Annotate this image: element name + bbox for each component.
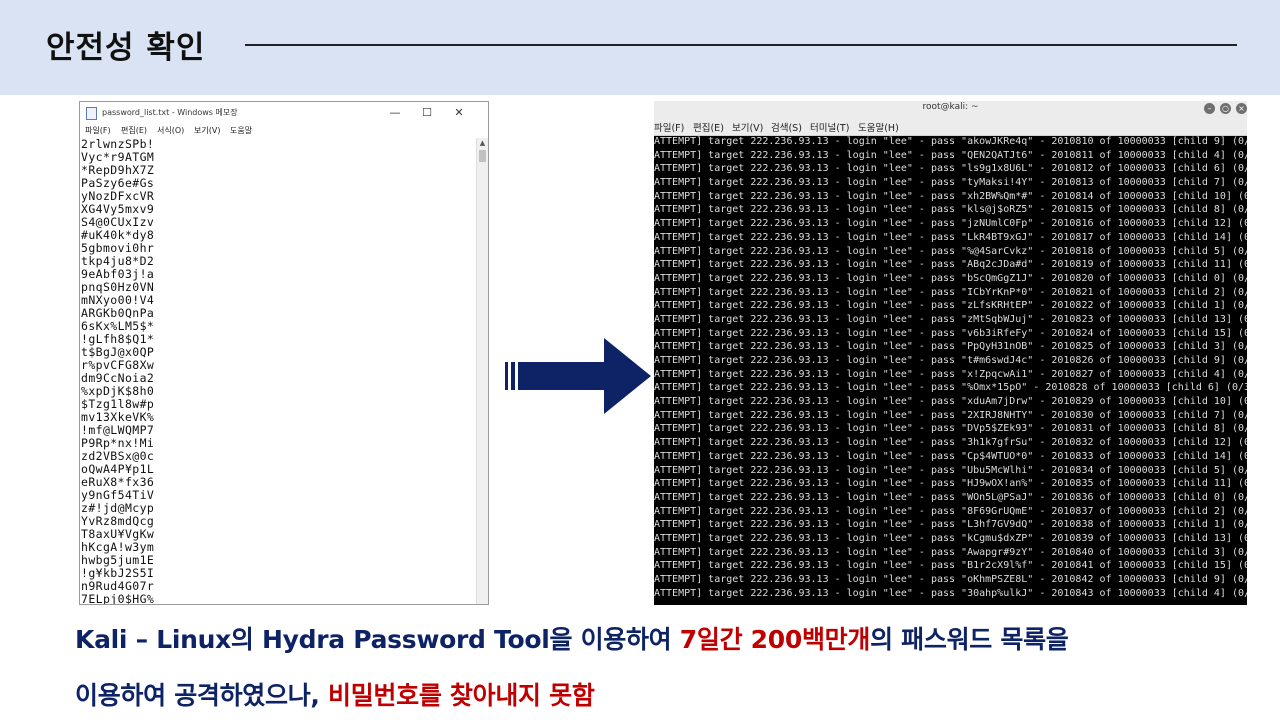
terminal-menu-file[interactable]: 파일(F) (654, 120, 684, 134)
scroll-up-arrow-icon[interactable]: ▲ (477, 138, 488, 149)
hydra-attempt-line: ATTEMPT] target 222.236.93.13 - login "l… (654, 437, 1247, 449)
hydra-attempt-line: ATTEMPT] target 222.236.93.13 - login "l… (654, 396, 1247, 408)
slide-title: 안전성 확인 (46, 30, 206, 66)
hydra-attempt-line: ATTEMPT] target 222.236.93.13 - login "l… (654, 190, 1247, 202)
hydra-attempt-line: ATTEMPT] target 222.236.93.13 - login "l… (654, 218, 1247, 230)
terminal-output[interactable]: ATTEMPT] target 222.236.93.13 - login "l… (654, 135, 1247, 605)
notepad-window: password_list.txt - Windows 메모장 — ☐ ✕ 파일… (79, 101, 489, 605)
hydra-attempt-line: ATTEMPT] target 222.236.93.13 - login "l… (654, 136, 1247, 147)
caption-text: 이용하여 공격하였으나, (75, 681, 329, 710)
notepad-menubar: 파일(F) 편집(E) 서식(O) 보기(V) 도움말 (80, 124, 488, 139)
hydra-attempt-line: ATTEMPT] target 222.236.93.13 - login "l… (654, 574, 1247, 585)
notepad-menu-file[interactable]: 파일(F) (85, 125, 111, 136)
hydra-attempt-line: ATTEMPT] target 222.236.93.13 - login "l… (654, 382, 1247, 394)
terminal-menu-search[interactable]: 검색(S) (771, 120, 802, 134)
hydra-attempt-line: ATTEMPT] target 222.236.93.13 - login "l… (654, 491, 1247, 503)
terminal-window-title: root@kali: ~ (922, 102, 979, 112)
hydra-attempt-line: ATTEMPT] target 222.236.93.13 - login "l… (654, 478, 1247, 490)
right-arrow-icon (505, 338, 651, 414)
hydra-attempt-line: ATTEMPT] target 222.236.93.13 - login "l… (654, 368, 1247, 380)
hydra-attempt-line: ATTEMPT] target 222.236.93.13 - login "l… (654, 519, 1247, 531)
notepad-close-button[interactable]: ✕ (444, 102, 474, 124)
notepad-vertical-scrollbar[interactable]: ▲ (476, 138, 488, 604)
caption-line-2: 이용하여 공격하였으나, 비밀번호를 찾아내지 못함 (75, 676, 595, 712)
notepad-menu-edit[interactable]: 편집(E) (121, 125, 147, 136)
hydra-attempt-line: ATTEMPT] target 222.236.93.13 - login "l… (654, 149, 1247, 161)
title-divider (245, 44, 1237, 46)
hydra-attempt-line: ATTEMPT] target 222.236.93.13 - login "l… (654, 341, 1247, 353)
hydra-attempt-line: ATTEMPT] target 222.236.93.13 - login "l… (654, 300, 1247, 312)
hydra-attempt-line: ATTEMPT] target 222.236.93.13 - login "l… (654, 409, 1247, 421)
notepad-window-title: password_list.txt - Windows 메모장 (102, 108, 238, 117)
hydra-attempt-line: ATTEMPT] target 222.236.93.13 - login "l… (654, 286, 1247, 298)
hydra-attempt-line: ATTEMPT] target 222.236.93.13 - login "l… (654, 231, 1247, 243)
hydra-attempt-line: ATTEMPT] target 222.236.93.13 - login "l… (654, 560, 1247, 572)
terminal-menubar: 파일(F) 편집(E) 보기(V) 검색(S) 터미널(T) 도움말(H) (654, 118, 1247, 136)
terminal-maximize-button[interactable]: ○ (1220, 103, 1231, 114)
hydra-attempt-line: ATTEMPT] target 222.236.93.13 - login "l… (654, 587, 1247, 599)
hydra-attempt-line: ATTEMPT] target 222.236.93.13 - login "l… (654, 546, 1247, 558)
terminal-menu-help[interactable]: 도움말(H) (858, 120, 899, 134)
hydra-attempt-line: ATTEMPT] target 222.236.93.13 - login "l… (654, 423, 1247, 435)
password-list-line: 7ELpj0$HG% (81, 592, 155, 605)
hydra-attempt-line: ATTEMPT] target 222.236.93.13 - login "l… (654, 355, 1247, 366)
terminal-menu-terminal[interactable]: 터미널(T) (810, 120, 849, 134)
hydra-attempt-line: ATTEMPT] target 222.236.93.13 - login "l… (654, 450, 1247, 462)
caption-highlight: 7일간 200백만개 (679, 625, 871, 654)
terminal-window: root@kali: ~ – ○ × 파일(F) 편집(E) 보기(V) 검색(… (654, 101, 1247, 605)
caption-text: 의 패스워드 목록을 (870, 625, 1069, 654)
scrollbar-thumb[interactable] (479, 150, 486, 162)
hydra-attempt-line: ATTEMPT] target 222.236.93.13 - login "l… (654, 464, 1247, 476)
hydra-attempt-line: ATTEMPT] target 222.236.93.13 - login "l… (654, 177, 1247, 189)
notepad-menu-view[interactable]: 보기(V) (194, 125, 220, 136)
notepad-menu-help[interactable]: 도움말 (230, 125, 252, 136)
terminal-menu-edit[interactable]: 편집(E) (693, 120, 724, 134)
notepad-menu-format[interactable]: 서식(O) (157, 125, 184, 136)
hydra-attempt-line: ATTEMPT] target 222.236.93.13 - login "l… (654, 245, 1247, 257)
hydra-attempt-line: ATTEMPT] target 222.236.93.13 - login "l… (654, 505, 1247, 517)
notepad-file-icon (86, 107, 97, 120)
terminal-menu-view[interactable]: 보기(V) (732, 120, 763, 134)
caption-line-1: Kali – Linux의 Hydra Password Tool을 이용하여 … (75, 620, 1069, 656)
hydra-attempt-line: ATTEMPT] target 222.236.93.13 - login "l… (654, 327, 1247, 339)
hydra-attempt-line: ATTEMPT] target 222.236.93.13 - login "l… (654, 272, 1247, 284)
hydra-attempt-line: ATTEMPT] target 222.236.93.13 - login "l… (654, 313, 1247, 325)
terminal-titlebar[interactable]: root@kali: ~ – ○ × (654, 101, 1247, 118)
terminal-close-button[interactable]: × (1236, 103, 1247, 114)
hydra-attempt-line: ATTEMPT] target 222.236.93.13 - login "l… (654, 204, 1247, 216)
hydra-attempt-line: ATTEMPT] target 222.236.93.13 - login "l… (654, 259, 1247, 271)
terminal-minimize-button[interactable]: – (1204, 103, 1215, 114)
notepad-minimize-button[interactable]: — (380, 102, 410, 124)
notepad-maximize-button[interactable]: ☐ (412, 102, 442, 124)
notepad-titlebar[interactable]: password_list.txt - Windows 메모장 — ☐ ✕ (80, 102, 488, 124)
notepad-text-area[interactable]: 2rlwnzSPb! Vyc*r9ATGM *RepD9hX7Z PaSzy6e#Gs… (80, 138, 479, 604)
hydra-attempt-line: ATTEMPT] target 222.236.93.13 - login "l… (654, 163, 1247, 175)
hydra-attempt-line: ATTEMPT] target 222.236.93.13 - login "l… (654, 532, 1247, 544)
caption-highlight: 비밀번호를 찾아내지 못함 (328, 681, 595, 710)
caption-text: Kali – Linux의 Hydra Password Tool을 이용하여 (75, 625, 680, 654)
